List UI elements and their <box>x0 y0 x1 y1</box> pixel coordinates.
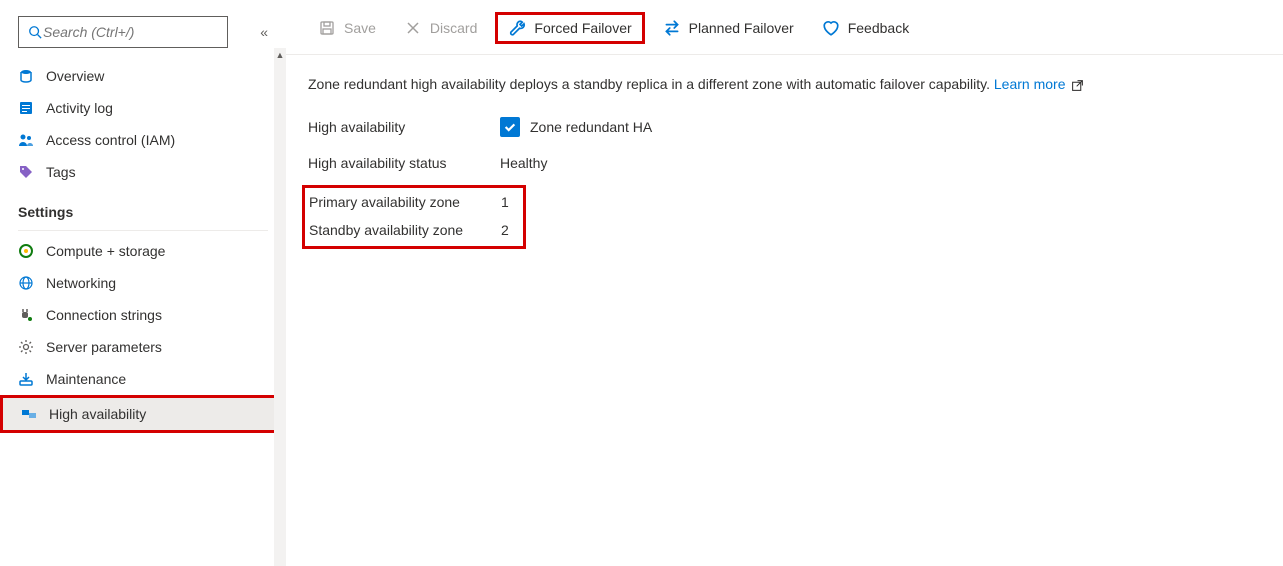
sidebar-item-compute-storage[interactable]: Compute + storage <box>0 235 286 267</box>
field-label: Standby availability zone <box>309 222 501 238</box>
search-icon <box>27 24 43 40</box>
toolbar-label: Save <box>344 20 376 36</box>
sidebar-item-overview[interactable]: Overview <box>0 60 286 92</box>
wrench-icon <box>508 19 526 37</box>
nav-label: Tags <box>46 164 76 180</box>
sidebar-item-tags[interactable]: Tags <box>0 156 286 188</box>
feedback-button[interactable]: Feedback <box>812 15 919 41</box>
database-icon <box>18 68 34 84</box>
sidebar-item-activity-log[interactable]: Activity log <box>0 92 286 124</box>
toolbar-label: Planned Failover <box>689 20 794 36</box>
compute-icon <box>18 243 34 259</box>
log-icon <box>18 100 34 116</box>
nav-label: Server parameters <box>46 339 162 355</box>
settings-section-header: Settings <box>0 188 286 226</box>
heart-icon <box>822 19 840 37</box>
discard-button: Discard <box>394 15 487 41</box>
checkbox-label: Zone redundant HA <box>530 119 652 135</box>
field-label: Primary availability zone <box>309 194 501 210</box>
nav-label: Activity log <box>46 100 113 116</box>
divider <box>18 230 268 231</box>
nav-label: Maintenance <box>46 371 126 387</box>
search-input[interactable] <box>43 24 219 40</box>
search-box[interactable] <box>18 16 228 48</box>
plug-icon <box>18 307 34 323</box>
main-pane: Save Discard Forced Failover Planned Fai… <box>286 0 1283 518</box>
forced-failover-button[interactable]: Forced Failover <box>498 15 641 41</box>
sidebar-item-networking[interactable]: Networking <box>0 267 286 299</box>
nav-label: Overview <box>46 68 104 84</box>
nav-label: Networking <box>46 275 116 291</box>
description-text: Zone redundant high availability deploys… <box>308 76 990 92</box>
toolbar: Save Discard Forced Failover Planned Fai… <box>286 0 1283 55</box>
field-label: High availability status <box>308 155 500 171</box>
sidebar-item-connection-strings[interactable]: Connection strings <box>0 299 286 331</box>
toolbar-label: Discard <box>430 20 477 36</box>
planned-failover-button[interactable]: Planned Failover <box>653 15 804 41</box>
close-icon <box>404 19 422 37</box>
field-primary-zone: Primary availability zone 1 <box>309 194 509 210</box>
swap-icon <box>663 19 681 37</box>
field-high-availability: High availability Zone redundant HA <box>308 117 1261 137</box>
sidebar: « Overview Activity log Access control (… <box>0 0 286 518</box>
scroll-up-arrow[interactable]: ▲ <box>274 48 286 62</box>
tag-icon <box>18 164 34 180</box>
sidebar-item-high-availability[interactable]: High availability <box>3 398 283 430</box>
toolbar-label: Forced Failover <box>534 20 631 36</box>
nav-label: High availability <box>49 406 146 422</box>
content: Zone redundant high availability deploys… <box>286 55 1283 269</box>
scrollbar[interactable]: ▲ <box>274 48 286 566</box>
sidebar-item-maintenance[interactable]: Maintenance <box>0 363 286 395</box>
sidebar-item-access-control[interactable]: Access control (IAM) <box>0 124 286 156</box>
save-button: Save <box>308 15 386 41</box>
toolbar-label: Feedback <box>848 20 909 36</box>
external-link-icon <box>1071 79 1084 92</box>
ha-icon <box>21 406 37 422</box>
save-icon <box>318 19 336 37</box>
field-value: 1 <box>501 194 509 210</box>
nav-label: Access control (IAM) <box>46 132 175 148</box>
download-icon <box>18 371 34 387</box>
nav-label: Compute + storage <box>46 243 165 259</box>
field-ha-status: High availability status Healthy <box>308 155 1261 171</box>
highlight-forced-failover: Forced Failover <box>495 12 644 44</box>
description: Zone redundant high availability deploys… <box>308 75 1261 95</box>
nav-label: Connection strings <box>46 307 162 323</box>
field-value: 2 <box>501 222 509 238</box>
globe-icon <box>18 275 34 291</box>
field-standby-zone: Standby availability zone 2 <box>309 222 509 238</box>
sidebar-item-server-parameters[interactable]: Server parameters <box>0 331 286 363</box>
highlight-zones: Primary availability zone 1 Standby avai… <box>302 185 526 249</box>
field-value: Healthy <box>500 155 547 171</box>
gear-icon <box>18 339 34 355</box>
zone-redundant-checkbox[interactable] <box>500 117 520 137</box>
collapse-sidebar-button[interactable]: « <box>260 24 268 40</box>
field-label: High availability <box>308 119 500 135</box>
people-icon <box>18 132 34 148</box>
learn-more-link[interactable]: Learn more <box>994 76 1066 92</box>
highlight-high-availability: High availability <box>0 395 286 433</box>
